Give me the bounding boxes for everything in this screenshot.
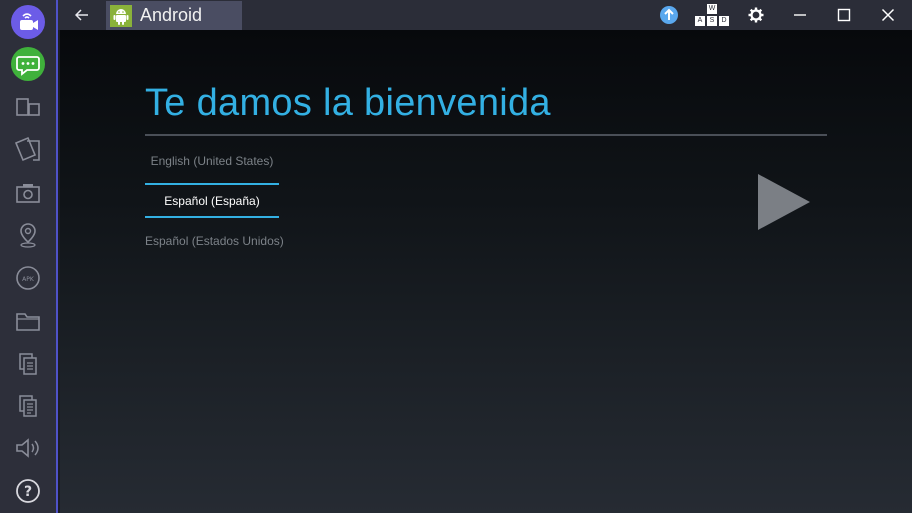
svg-text:APK: APK [22,276,35,283]
language-option-english-us[interactable]: English (United States) [145,154,279,168]
apk-icon[interactable]: APK [9,259,47,297]
selection-top-line [145,183,279,185]
keymap-key-s: S [709,17,715,24]
location-pin-icon[interactable] [9,216,47,254]
tab-android[interactable]: Android [106,1,242,30]
screenshot-icon[interactable] [9,174,47,212]
next-button[interactable] [754,170,814,234]
copy-icon[interactable] [9,345,47,383]
svg-text:?: ? [24,484,32,500]
paste-icon[interactable] [9,387,47,425]
keymap-wasd-icon[interactable]: W A S D [694,3,730,28]
language-option-espanol-eeuu[interactable]: Español (Estados Unidos) [145,234,284,248]
welcome-title: Te damos la bienvenida [145,82,551,124]
update-icon[interactable] [657,4,681,26]
settings-gear-icon[interactable] [745,4,767,26]
folder-icon[interactable] [9,302,47,340]
title-bar: Android W A S D [58,0,912,30]
keymap-key-w: W [708,5,716,12]
title-divider [145,134,827,136]
back-arrow-icon[interactable] [70,4,94,26]
camera-broadcast-icon[interactable] [9,3,47,41]
selection-bottom-line [145,216,279,218]
play-arrow-icon [758,174,810,230]
minimize-icon[interactable] [788,4,812,26]
help-icon[interactable]: ? [9,472,47,510]
language-option-espanol-espana[interactable]: Español (España) [145,194,279,208]
keymap-key-a: A [697,17,703,24]
tab-title: Android [140,5,203,25]
keymap-key-d: D [721,17,727,24]
cards-icon[interactable] [9,130,47,168]
android-icon [110,4,132,27]
close-icon[interactable] [876,4,900,26]
android-screen: Te damos la bienvenida English (United S… [60,30,912,513]
left-sidebar: APK ? [0,0,58,513]
chat-icon[interactable] [9,45,47,83]
maximize-icon[interactable] [832,4,856,26]
volume-icon[interactable] [9,429,47,467]
multi-instance-icon[interactable] [9,88,47,126]
